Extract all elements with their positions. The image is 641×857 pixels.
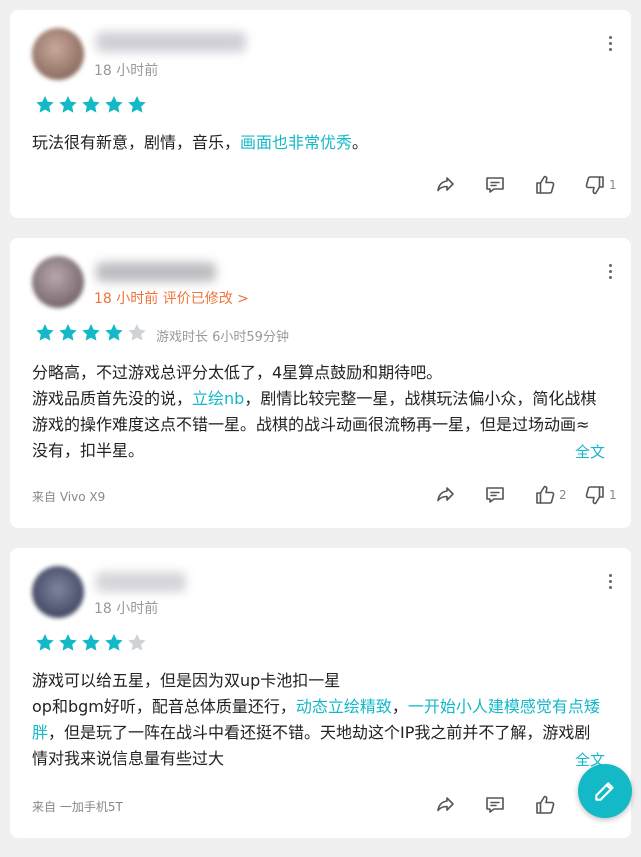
- star-empty-icon: [126, 632, 148, 658]
- avatar[interactable]: [32, 566, 84, 618]
- comment-icon: [483, 483, 507, 507]
- highlighted-phrase: 立绘nb: [192, 389, 245, 408]
- text-segment: 玩法很有新意，剧情，音乐，: [32, 133, 241, 152]
- device-info: 来自 一加手机5T: [32, 800, 123, 814]
- review-text: 玩法很有新意，剧情，音乐，画面也非常优秀。: [32, 130, 603, 156]
- star-rating: [34, 632, 148, 658]
- star-filled-icon: [34, 322, 56, 348]
- star-filled-icon: [80, 632, 102, 658]
- star-filled-icon: [34, 632, 56, 658]
- star-filled-icon: [103, 632, 125, 658]
- dislike-count: 1: [609, 178, 617, 192]
- review-time: 18 小时前: [94, 601, 159, 617]
- review-card: 18 小时前 玩法很有新意，剧情，音乐，画面也非常优秀。 1: [10, 10, 631, 218]
- share-button[interactable]: [433, 482, 483, 508]
- star-filled-icon: [34, 94, 56, 120]
- device-info: 来自 Vivo X9: [32, 490, 106, 504]
- share-icon: [433, 173, 457, 197]
- review-text: 游戏可以给五星，但是因为双up卡池扣一星 op和bgm好听，配音总体质量还行，动态…: [32, 668, 603, 772]
- expand-full-text-link[interactable]: 全文: [574, 441, 605, 462]
- text-segment: 游戏可以给五星，但是因为双up卡池扣一星: [32, 671, 341, 690]
- thumbs-up-icon: [533, 483, 557, 507]
- avatar[interactable]: [32, 256, 84, 308]
- highlighted-phrase: 画面也非常优秀: [240, 133, 353, 152]
- more-options-icon[interactable]: [609, 36, 613, 51]
- review-time-modified[interactable]: 18 小时前 评价已修改 >: [94, 288, 249, 308]
- star-filled-icon: [126, 94, 148, 120]
- username-blurred[interactable]: [96, 32, 246, 52]
- username-blurred[interactable]: [96, 262, 216, 282]
- star-filled-icon: [57, 632, 79, 658]
- dislike-button[interactable]: 1: [583, 482, 617, 508]
- thumbs-down-icon: [583, 483, 607, 507]
- like-button[interactable]: [533, 792, 583, 818]
- more-options-icon[interactable]: [609, 574, 613, 589]
- comment-button[interactable]: [483, 172, 533, 198]
- comment-button[interactable]: [483, 482, 533, 508]
- review-actions: 1: [433, 172, 617, 198]
- share-icon: [433, 793, 457, 817]
- thumbs-up-icon: [533, 173, 557, 197]
- playtime: 游戏时长 6小时59分钟: [156, 330, 289, 345]
- like-button[interactable]: [533, 172, 583, 198]
- comment-icon: [483, 793, 507, 817]
- dislike-count: 1: [609, 488, 617, 502]
- star-empty-icon: [126, 322, 148, 348]
- text-segment: op和bgm好听，配音总体质量还行，: [32, 697, 296, 716]
- star-filled-icon: [80, 322, 102, 348]
- dislike-button[interactable]: 1: [583, 172, 617, 198]
- text-segment: 。: [352, 133, 369, 152]
- star-rating: [34, 94, 148, 120]
- star-filled-icon: [103, 94, 125, 120]
- highlighted-phrase: 动态立绘精致: [295, 697, 392, 716]
- review-time: 18 小时前: [94, 63, 159, 79]
- star-rating: [34, 322, 148, 348]
- review-card: 18 小时前 游戏可以给五星，但是因为双up卡池扣一星 op和bgm好听，配音总体…: [10, 548, 631, 838]
- share-icon: [433, 483, 457, 507]
- username-blurred[interactable]: [96, 572, 186, 592]
- avatar[interactable]: [32, 28, 84, 80]
- star-filled-icon: [103, 322, 125, 348]
- review-card: 18 小时前 评价已修改 > 游戏时长 6小时59分钟 分略高，不过游戏总评分太…: [10, 238, 631, 528]
- text-segment: ，: [391, 697, 408, 716]
- write-review-button[interactable]: [578, 764, 632, 818]
- thumbs-up-icon: [533, 793, 557, 817]
- text-segment: 分略高，不过游戏总评分太低了，4星算点鼓励和期待吧。: [32, 363, 443, 382]
- review-text: 分略高，不过游戏总评分太低了，4星算点鼓励和期待吧。 游戏品质首先没的说，立绘nb…: [32, 360, 603, 466]
- star-filled-icon: [80, 94, 102, 120]
- share-button[interactable]: [433, 172, 483, 198]
- share-button[interactable]: [433, 792, 483, 818]
- star-filled-icon: [57, 94, 79, 120]
- more-options-icon[interactable]: [609, 264, 613, 279]
- review-actions: 2 1: [433, 482, 617, 508]
- text-segment: ，但是玩了一阵在战斗中看还挺不错。天地劫这个IP我之前并不了解，游戏剧情对我来说…: [32, 723, 591, 768]
- comment-icon: [483, 173, 507, 197]
- edit-icon: [595, 782, 614, 801]
- star-filled-icon: [57, 322, 79, 348]
- comment-button[interactable]: [483, 792, 533, 818]
- like-count: 2: [559, 488, 567, 502]
- like-button[interactable]: 2: [533, 482, 583, 508]
- thumbs-down-icon: [583, 173, 607, 197]
- text-segment: 游戏品质首先没的说，: [32, 389, 193, 408]
